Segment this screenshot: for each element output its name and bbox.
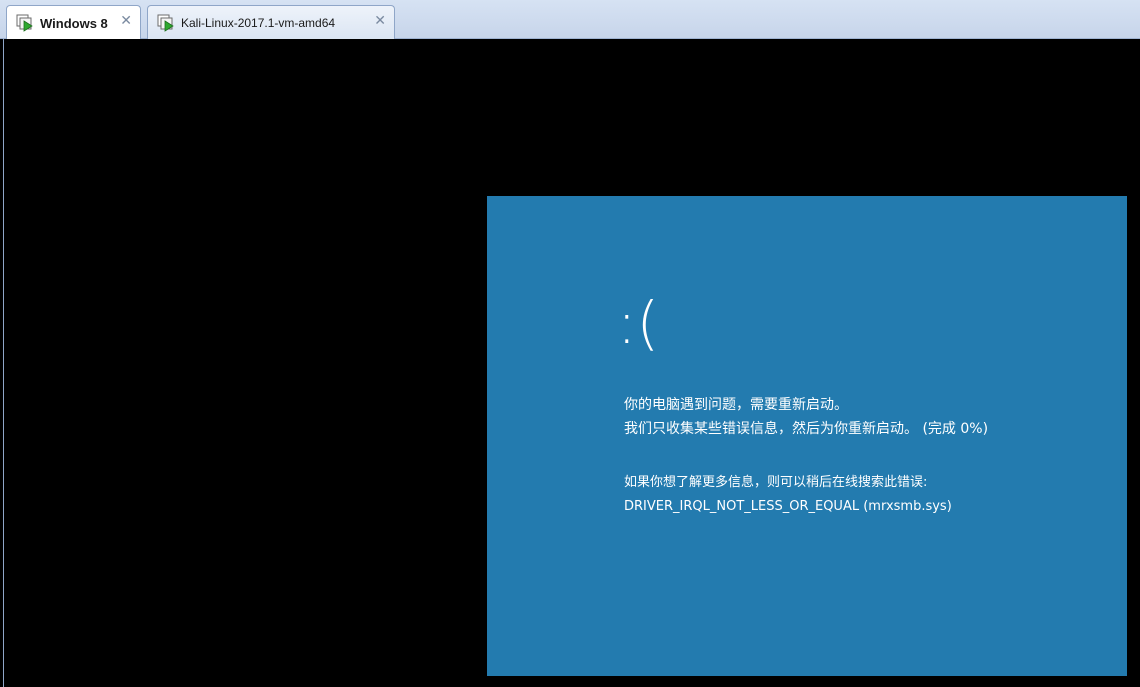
close-icon[interactable]: ✕ [120, 13, 132, 29]
tab-kali-linux[interactable]: Kali-Linux-2017.1-vm-amd64 ✕ [147, 5, 395, 39]
stop-code: DRIVER_IRQL_NOT_LESS_OR_EQUAL (mrxsmb.sy… [624, 499, 952, 514]
vm-running-icon [16, 14, 33, 32]
error-message-line1: 你的电脑遇到问题，需要重新启动。 [624, 397, 848, 413]
error-message-line2: 我们只收集某些错误信息，然后为你重新启动。 (完成 0%) [624, 421, 989, 437]
error-info-hint: 如果你想了解更多信息，则可以稍后在线搜索此错误: [624, 475, 928, 490]
close-icon[interactable]: ✕ [374, 13, 386, 29]
sad-face: :( [617, 289, 660, 357]
blue-screen: :( 你的电脑遇到问题，需要重新启动。 我们只收集某些错误信息，然后为你重新启动… [487, 196, 1127, 676]
vm-tab-bar: Windows 8 ✕ Kali-Linux-2017.1-vm-amd64 ✕ [0, 0, 1140, 40]
tab-windows-8[interactable]: Windows 8 ✕ [6, 5, 141, 40]
tab-label: Windows 8 [40, 15, 108, 31]
vm-running-icon [157, 14, 174, 32]
tab-label: Kali-Linux-2017.1-vm-amd64 [181, 15, 336, 30]
